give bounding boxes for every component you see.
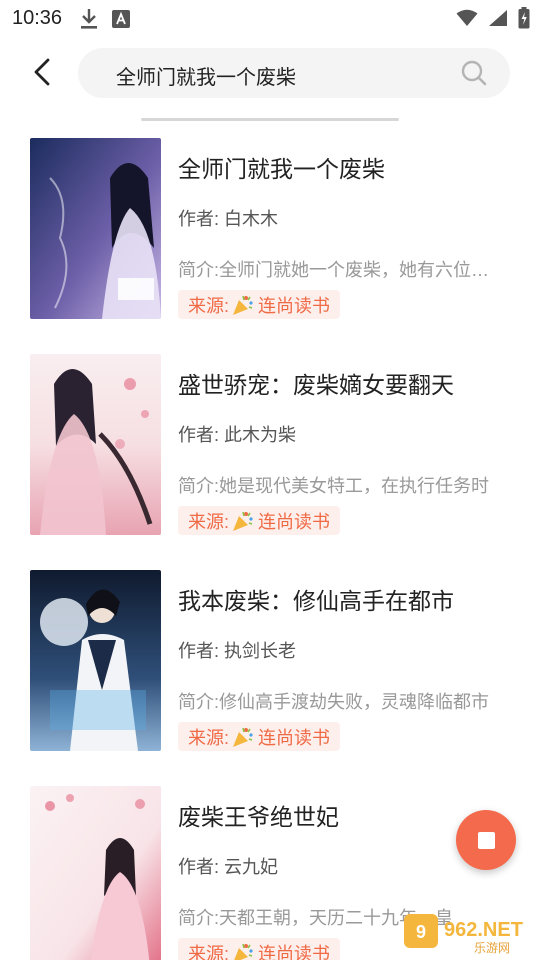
book-title: 我本废柴：修仙高手在都市 xyxy=(178,588,454,614)
book-cover xyxy=(30,786,161,960)
source-name: 连尚读书 xyxy=(258,295,331,316)
book-author: 作者: 此木为柴 xyxy=(178,425,297,445)
party-popper-icon xyxy=(231,942,255,960)
book-cover xyxy=(30,570,161,751)
wifi-icon xyxy=(456,9,478,32)
search-icon[interactable] xyxy=(460,59,488,87)
scroll-indicator xyxy=(141,118,399,121)
book-title: 废柴王爷绝世妃 xyxy=(178,804,339,830)
source-badge: 来源: 连尚读书 xyxy=(178,938,341,960)
svg-text:乐游网: 乐游网 xyxy=(474,941,510,955)
watermark-logo: 9 962.NET 乐游网 xyxy=(400,908,536,956)
party-popper-icon xyxy=(231,726,255,748)
battery-charging-icon xyxy=(518,7,530,34)
svg-text:962.NET: 962.NET xyxy=(444,919,523,941)
source-prefix: 来源: xyxy=(188,511,230,532)
book-intro: 简介:修仙高手渡劫失败，灵魂降临都市 xyxy=(178,692,489,712)
text-notification-icon xyxy=(112,10,130,33)
search-input[interactable]: 全师门就我一个废柴 xyxy=(78,48,510,98)
book-title: 全师门就我一个废柴 xyxy=(178,156,385,182)
book-title: 盛世骄宠：废柴嫡女要翻天 xyxy=(178,372,454,398)
party-popper-icon xyxy=(231,510,255,532)
svg-text:9: 9 xyxy=(416,922,426,942)
book-cover xyxy=(30,138,161,319)
source-prefix: 来源: xyxy=(188,943,230,960)
list-item[interactable]: 全师门就我一个废柴 作者: 白木木 简介:全师门就她一个废柴，她有六位师兄 来源… xyxy=(0,138,540,320)
list-item[interactable]: 盛世骄宠：废柴嫡女要翻天 作者: 此木为柴 简介:她是现代美女特工，在执行任务时… xyxy=(0,354,540,536)
search-header: 全师门就我一个废柴 xyxy=(0,40,540,106)
source-badge: 来源: 连尚读书 xyxy=(178,506,341,535)
stop-square-icon xyxy=(477,831,495,849)
source-name: 连尚读书 xyxy=(258,727,331,748)
download-icon xyxy=(80,8,98,35)
back-button[interactable] xyxy=(22,52,62,92)
stop-button[interactable] xyxy=(456,810,516,870)
back-arrow-icon xyxy=(34,58,50,86)
search-query-text: 全师门就我一个废柴 xyxy=(116,67,296,89)
book-cover xyxy=(30,354,161,535)
book-intro: 简介:她是现代美女特工，在执行任务时 xyxy=(178,476,489,496)
status-bar: 10:36 xyxy=(0,0,540,36)
source-badge: 来源: 连尚读书 xyxy=(178,290,341,319)
book-intro: 简介:全师门就她一个废柴，她有六位师兄 xyxy=(178,260,500,280)
source-badge: 来源: 连尚读书 xyxy=(178,722,341,751)
book-author: 作者: 执剑长老 xyxy=(178,641,297,661)
party-popper-icon xyxy=(231,294,255,316)
source-prefix: 来源: xyxy=(188,727,230,748)
status-time: 10:36 xyxy=(12,7,63,29)
book-author: 作者: 云九妃 xyxy=(178,857,279,877)
source-name: 连尚读书 xyxy=(258,511,331,532)
book-author: 作者: 白木木 xyxy=(178,209,279,229)
list-item[interactable]: 我本废柴：修仙高手在都市 作者: 执剑长老 简介:修仙高手渡劫失败，灵魂降临都市… xyxy=(0,570,540,752)
source-name: 连尚读书 xyxy=(258,943,331,960)
source-prefix: 来源: xyxy=(188,295,230,316)
signal-icon xyxy=(488,9,508,32)
